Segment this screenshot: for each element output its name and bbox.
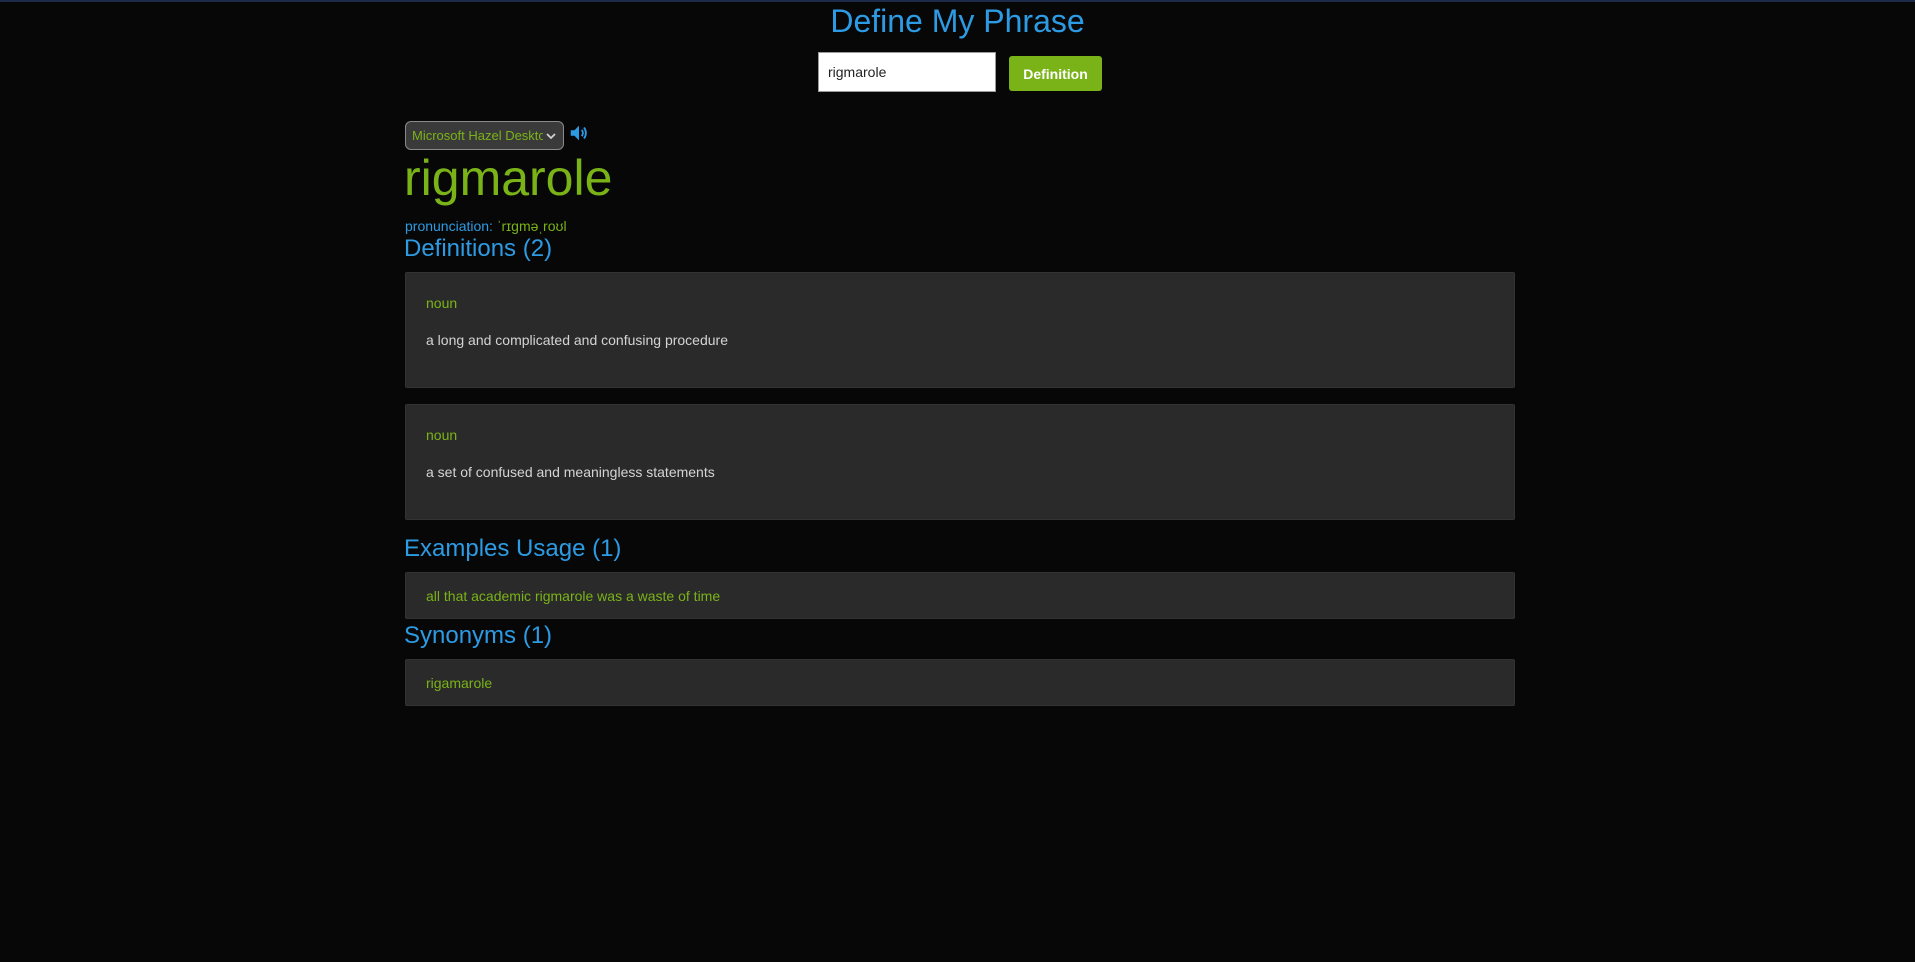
chevron-down-icon: [546, 132, 556, 139]
pronunciation: pronunciation: ˈrɪgməˌroʊl: [405, 217, 567, 235]
examples-heading: Examples Usage (1): [404, 535, 622, 562]
definition-card: noun a long and complicated and confusin…: [405, 272, 1515, 388]
pronunciation-value: ˈrɪgməˌroʊl: [496, 218, 567, 234]
example-text: all that academic rigmarole was a waste …: [426, 588, 721, 604]
pronunciation-label: pronunciation:: [405, 218, 493, 234]
speaker-icon[interactable]: [568, 122, 590, 144]
definition-text: a set of confused and meaningless statem…: [426, 464, 715, 480]
voice-select[interactable]: Microsoft Hazel Desktop: [405, 121, 564, 150]
definition-card: noun a set of confused and meaningless s…: [405, 404, 1515, 520]
synonyms-heading: Synonyms (1): [404, 622, 553, 649]
example-card: all that academic rigmarole was a waste …: [405, 572, 1515, 619]
definitions-heading: Definitions (2): [404, 235, 553, 262]
synonym-card: rigamarole: [405, 659, 1515, 706]
synonym-text: rigamarole: [426, 675, 493, 691]
part-of-speech: noun: [426, 295, 458, 311]
word-title: rigmarole: [404, 150, 613, 206]
voice-select-value: Microsoft Hazel Desktop: [412, 128, 543, 143]
search-input[interactable]: [818, 52, 996, 92]
part-of-speech: noun: [426, 427, 458, 443]
definition-text: a long and complicated and confusing pro…: [426, 332, 728, 348]
definition-button[interactable]: Definition: [1009, 56, 1102, 91]
site-title: Define My Phrase: [830, 3, 1085, 39]
